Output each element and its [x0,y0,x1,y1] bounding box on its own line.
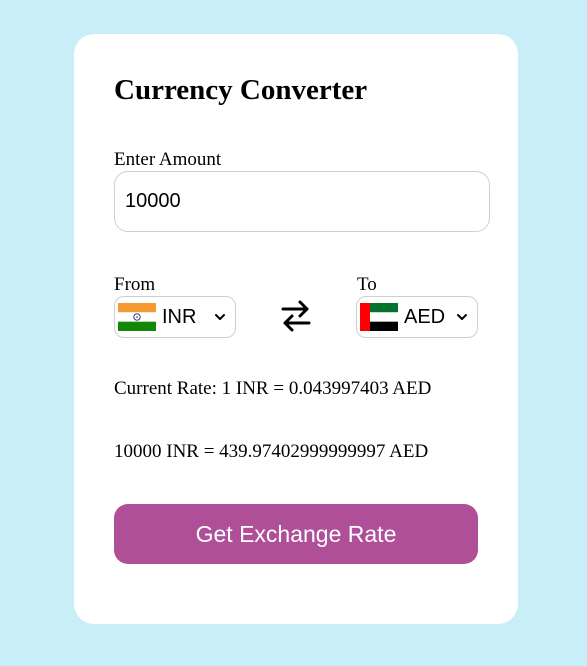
to-label: To [357,274,377,295]
chevron-down-icon [215,314,225,320]
swap-arrows-icon[interactable] [280,298,312,334]
page-title: Currency Converter [114,74,368,106]
uae-flag-icon [360,303,398,331]
chevron-down-icon [457,314,467,320]
to-currency-code: AED [404,305,446,328]
india-flag-icon [118,303,156,331]
get-exchange-rate-button[interactable]: Get Exchange Rate [114,504,478,564]
exchange-rate-text: Current Rate: 1 INR = 0.043997403 AED [114,378,432,399]
amount-label: Enter Amount [114,149,222,170]
from-currency-select[interactable]: INR [114,296,236,338]
from-currency-code: INR [162,305,197,328]
from-label: From [114,274,156,295]
conversion-result-text: 10000 INR = 439.97402999999997 AED [114,441,429,462]
converter-card: Currency Converter Enter Amount From To … [74,34,518,624]
amount-input[interactable] [114,171,490,232]
to-currency-select[interactable]: AED [356,296,478,338]
